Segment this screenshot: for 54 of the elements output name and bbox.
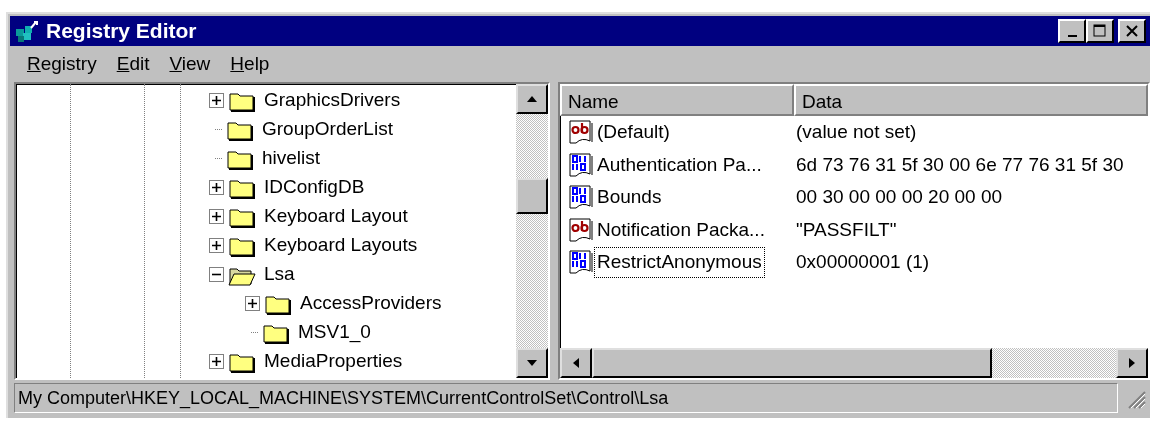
value-data: 0x00000001 (1) <box>795 250 930 274</box>
maximize-icon <box>1093 24 1107 38</box>
expand-toggle-icon[interactable] <box>209 354 224 369</box>
registry-cubes-icon <box>14 19 40 43</box>
menu-item[interactable]: View <box>160 47 220 81</box>
value-data: 00 30 00 00 00 20 00 00 <box>795 185 1003 209</box>
scrollbar-thumb[interactable] <box>516 178 548 214</box>
minimize-button[interactable] <box>1058 19 1086 43</box>
minimize-icon <box>1067 35 1077 37</box>
scroll-left-button[interactable] <box>560 348 592 378</box>
tree-item[interactable]: Keyboard Layout <box>264 202 408 231</box>
value-name[interactable]: (Default) <box>594 117 673 148</box>
menu-item[interactable]: Help <box>221 47 279 81</box>
tree-item[interactable]: IDConfigDB <box>264 173 365 202</box>
left-arrow-icon <box>572 357 580 369</box>
tree-item[interactable]: hivelist <box>262 144 321 173</box>
vertical-scrollbar[interactable] <box>516 84 548 378</box>
value-data: "PASSFILT" <box>795 217 897 242</box>
tree-item[interactable]: Lsa <box>264 260 295 289</box>
horizontal-scrollbar[interactable] <box>560 348 1148 378</box>
column-header[interactable]: Data <box>794 84 1148 116</box>
value-data: (value not set) <box>795 120 917 144</box>
tree-item[interactable]: Keyboard Layouts <box>264 231 418 260</box>
tree-item[interactable]: GroupOrderList <box>262 115 393 144</box>
tree-item[interactable]: MSV1_0 <box>298 318 371 347</box>
scroll-up-button[interactable] <box>516 84 548 114</box>
value-name[interactable]: Authentication Pa... <box>594 149 765 180</box>
down-arrow-icon <box>526 359 538 367</box>
maximize-button[interactable] <box>1086 19 1114 43</box>
expand-toggle-icon[interactable] <box>209 209 224 224</box>
expand-toggle-icon[interactable] <box>209 180 224 195</box>
tree-item[interactable]: MediaProperties <box>264 347 403 376</box>
menu-item[interactable]: Registry <box>18 47 106 81</box>
scrollbar-thumb[interactable] <box>592 348 992 378</box>
value-name[interactable]: Notification Packa... <box>594 214 768 245</box>
window-title: Registry Editor <box>46 18 197 45</box>
tree-item[interactable]: GraphicsDrivers <box>264 86 401 115</box>
value-name[interactable]: RestrictAnonymous <box>594 247 765 278</box>
expand-toggle-icon[interactable] <box>209 238 224 253</box>
expand-toggle-icon[interactable] <box>209 93 224 108</box>
status-text: My Computer\HKEY_LOCAL_MACHINE\SYSTEM\CurrentControlSet\Control\Lsa <box>14 383 1118 413</box>
value-name[interactable]: Bounds <box>594 182 665 213</box>
expand-toggle-icon[interactable] <box>245 296 260 311</box>
scroll-right-button[interactable] <box>1116 348 1148 378</box>
column-header[interactable]: Name <box>560 84 794 116</box>
collapse-toggle-icon[interactable] <box>209 267 224 282</box>
right-arrow-icon <box>1128 357 1136 369</box>
value-data: 6d 73 76 31 5f 30 00 6e 77 76 31 5f 30 <box>795 152 1124 177</box>
close-icon <box>1125 24 1139 38</box>
tree-item[interactable]: AccessProviders <box>300 289 442 318</box>
menu-item[interactable]: Edit <box>107 47 159 81</box>
close-button[interactable] <box>1118 19 1146 43</box>
up-arrow-icon <box>526 95 538 103</box>
scroll-down-button[interactable] <box>516 348 548 378</box>
